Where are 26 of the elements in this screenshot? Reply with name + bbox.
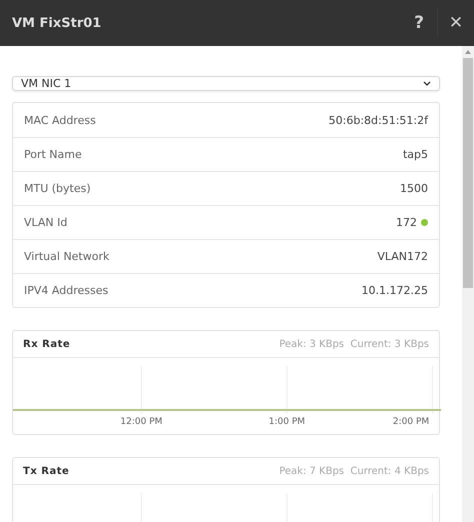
time-label: 1:00 PM [268, 417, 306, 427]
card-title: Tx Rate [23, 466, 70, 476]
property-label: VLAN Id [24, 216, 68, 229]
help-button[interactable]: ? [401, 0, 437, 46]
property-value: 1500 [400, 182, 428, 195]
property-value: 10.1.172.25 [362, 284, 428, 297]
property-label: MTU (bytes) [24, 182, 91, 195]
rate-stats: Peak: 3 KBps Current: 3 KBps [279, 338, 429, 350]
chevron-down-icon [423, 81, 431, 86]
card-title: Rx Rate [23, 338, 70, 350]
property-label: Port Name [24, 148, 82, 161]
property-value: VLAN172 [377, 250, 428, 263]
time-label: 12:00 PM [120, 417, 162, 427]
close-button[interactable]: ✕ [438, 0, 474, 46]
property-label: Virtual Network [24, 250, 110, 263]
scroll-up-arrow-icon[interactable] [465, 50, 471, 54]
property-value: 50:6b:8d:51:51:2f [328, 114, 428, 126]
property-label: MAC Address [24, 114, 96, 126]
time-label: 2:00 PM [392, 417, 430, 427]
nic-dropdown[interactable]: VM NIC 1 [12, 76, 440, 91]
window-title: VM FixStr01 [12, 16, 102, 30]
scrollbar[interactable] [462, 46, 474, 522]
rate-stats: Peak: 7 KBps Current: 4 KBps [279, 466, 429, 476]
property-value: tap5 [402, 148, 428, 161]
property-label: IPV4 Addresses [24, 284, 108, 297]
property-value: 172 [396, 216, 417, 229]
